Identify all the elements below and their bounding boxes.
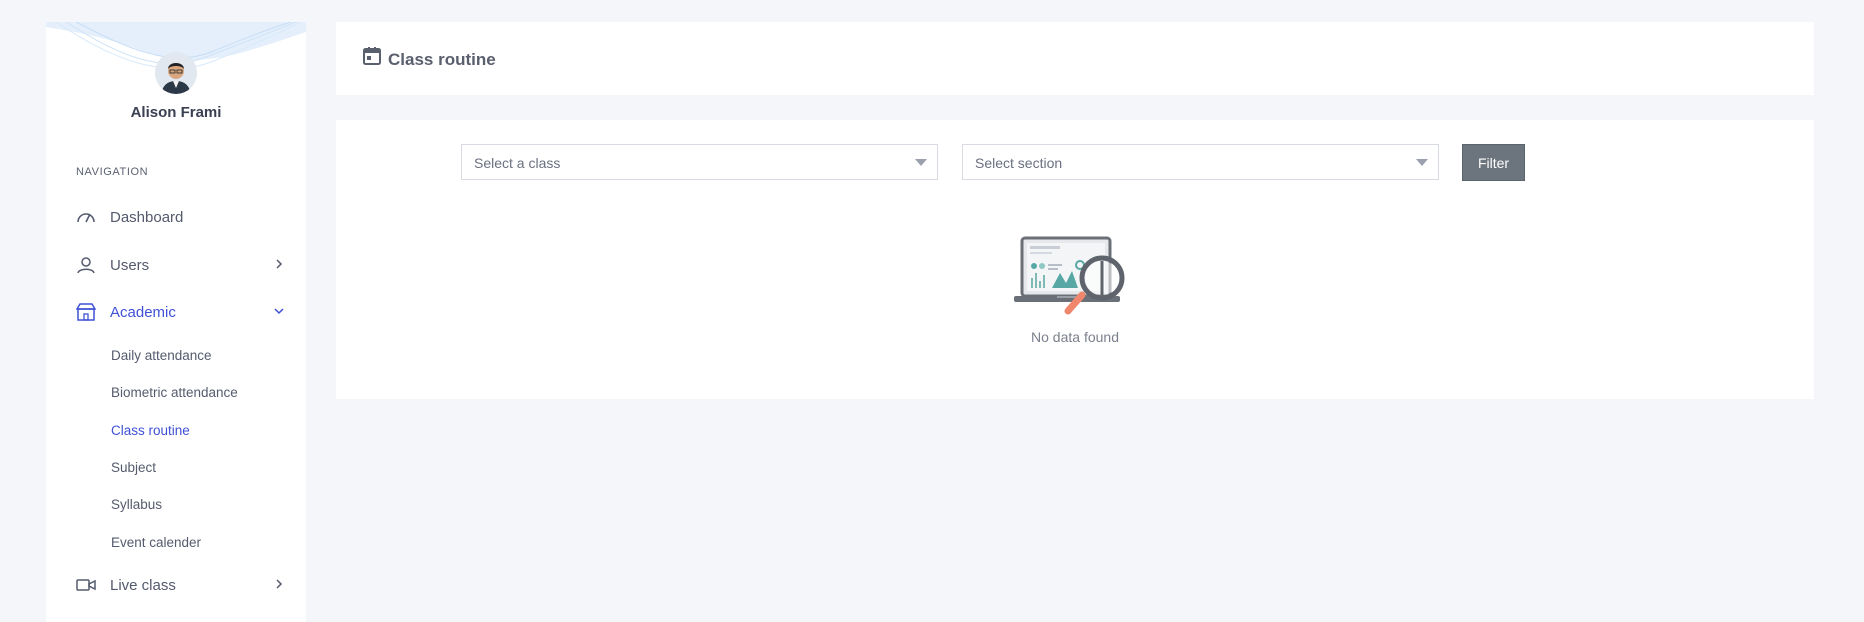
sidebar-item-academic[interactable]: Academic [76,297,286,327]
sidebar-subitem-subject[interactable]: Subject [111,460,156,475]
sidebar-item-label: Live class [110,576,176,594]
avatar[interactable] [155,52,197,94]
dashboard-gauge-icon [76,207,96,227]
academic-building-icon [76,302,96,322]
section-select-placeholder: Select section [975,155,1063,171]
sidebar: Alison Frami NAVIGATION Dashboard Users … [46,22,306,622]
sidebar-subitem-biometric-attendance[interactable]: Biometric attendance [111,385,238,400]
sidebar-item-label: Academic [110,303,176,321]
nav-heading: NAVIGATION [76,166,149,178]
chevron-right-icon [276,579,283,589]
caret-down-icon [915,159,927,166]
chevron-down-icon [274,308,284,315]
sidebar-item-dashboard[interactable]: Dashboard [76,202,286,232]
sidebar-item-label: Users [110,256,150,274]
sidebar-subitem-class-routine[interactable]: Class routine [111,423,190,438]
user-icon [76,255,96,275]
caret-down-icon [1416,159,1428,166]
filter-button[interactable]: Filter [1462,144,1525,181]
calendar-icon [363,47,381,65]
sidebar-subitem-syllabus[interactable]: Syllabus [111,497,162,512]
page-title: Class routine [388,50,496,69]
class-select-placeholder: Select a class [474,155,561,171]
empty-state-message: No data found [1031,329,1119,345]
sidebar-item-users[interactable]: Users [76,250,286,280]
sidebar-subitem-daily-attendance[interactable]: Daily attendance [111,348,212,363]
section-select[interactable]: Select section [962,144,1439,180]
sidebar-subitem-event-calender[interactable]: Event calender [111,535,201,550]
video-camera-icon [76,575,96,595]
profile-name: Alison Frami [130,104,222,121]
sidebar-item-live-class[interactable]: Live class [76,570,286,600]
class-routine-panel: Select a class Select section Filter No … [336,120,1814,399]
page-header: Class routine [336,22,1814,95]
chevron-right-icon [276,259,283,269]
no-data-illustration-icon [1014,236,1125,315]
sidebar-item-label: Dashboard [110,208,184,226]
class-select[interactable]: Select a class [461,144,938,180]
